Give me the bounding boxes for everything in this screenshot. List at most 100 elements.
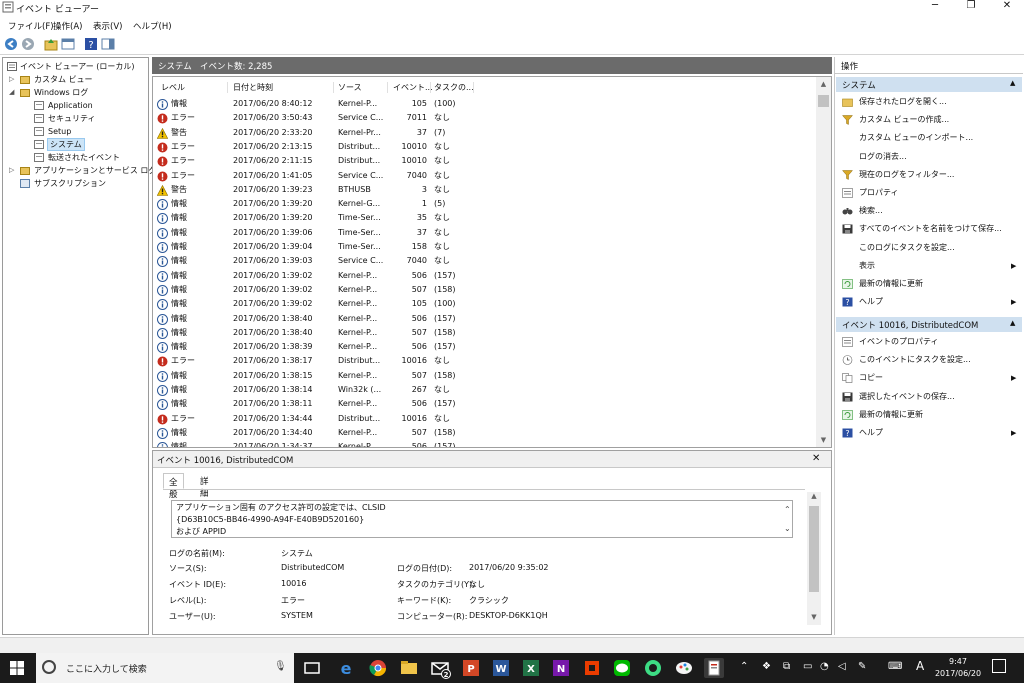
action-item[interactable]: コピー ▶: [836, 370, 1022, 386]
event-row[interactable]: 情報 2017/06/20 1:34:40 Kernel-P... 507 (158): [153, 426, 818, 440]
action-item[interactable]: 現在のログをフィルター...: [836, 167, 1022, 183]
event-row[interactable]: エラー 2017/06/20 2:11:15 Distribut... 10010 なし: [153, 154, 818, 168]
restore-button[interactable]: ❐: [954, 0, 988, 14]
event-list-scrollbar[interactable]: ▲ ▼: [816, 77, 831, 447]
event-row[interactable]: 警告 2017/06/20 1:39:23 BTHUSB 3 なし: [153, 183, 818, 197]
file-explorer-icon[interactable]: [399, 658, 419, 678]
action-item[interactable]: ? ヘルプ ▶: [836, 425, 1022, 441]
collapse-arrow-icon[interactable]: ◢: [9, 86, 17, 99]
event-row[interactable]: 情報 2017/06/20 1:38:15 Kernel-P... 507 (158): [153, 369, 818, 383]
action-item[interactable]: 最新の情報に更新: [836, 407, 1022, 423]
chrome-icon[interactable]: [368, 658, 388, 678]
menu-view[interactable]: 表示(V): [93, 20, 122, 32]
action-item[interactable]: 選択したイベントの保存...: [836, 389, 1022, 405]
wifi-icon[interactable]: ◔: [820, 661, 829, 672]
event-row[interactable]: 情報 2017/06/20 1:38:40 Kernel-P... 506 (157): [153, 312, 818, 326]
scroll-up-arrow-icon[interactable]: ▲: [816, 77, 831, 91]
action-item[interactable]: 検索...: [836, 203, 1022, 219]
action-item[interactable]: すべてのイベントを名前をつけて保存...: [836, 221, 1022, 237]
action-item[interactable]: カスタム ビューの作成...: [836, 112, 1022, 128]
forward-arrow-icon[interactable]: [21, 37, 35, 51]
action-item[interactable]: 表示 ▶: [836, 258, 1022, 274]
event-row[interactable]: エラー 2017/06/20 1:34:44 Distribut... 10016 なし: [153, 412, 818, 426]
action-item[interactable]: イベントのプロパティ: [836, 334, 1022, 350]
close-button[interactable]: ✕: [990, 0, 1024, 14]
help-icon[interactable]: ?: [84, 37, 98, 51]
action-item[interactable]: このログにタスクを設定...: [836, 240, 1022, 256]
event-row[interactable]: 情報 2017/06/20 1:38:14 Win32k (... 267 なし: [153, 383, 818, 397]
event-row[interactable]: エラー 2017/06/20 1:41:05 Service C... 7040 なし: [153, 169, 818, 183]
powerpoint-icon[interactable]: P: [461, 658, 481, 678]
minimize-button[interactable]: ─: [918, 0, 952, 14]
microphone-icon[interactable]: 🎙: [274, 661, 287, 672]
event-row[interactable]: 情報 2017/06/20 1:39:02 Kernel-P... 507 (158): [153, 283, 818, 297]
column-divider[interactable]: [430, 82, 431, 93]
menu-help[interactable]: ヘルプ(H): [133, 20, 172, 32]
ime-indicator[interactable]: A: [916, 659, 924, 673]
line-messenger-icon[interactable]: [612, 658, 632, 678]
tab-details[interactable]: 詳細: [195, 473, 214, 499]
taskbar-search-box[interactable]: ここに入力して検索 🎙: [36, 653, 294, 683]
collapse-caret-icon[interactable]: ▲: [1010, 79, 1015, 87]
column-header-level[interactable]: レベル: [161, 82, 185, 93]
event-row[interactable]: 情報 2017/06/20 1:39:20 Time-Ser... 35 なし: [153, 211, 818, 225]
event-row[interactable]: エラー 2017/06/20 3:50:43 Service C... 7011 なし: [153, 111, 818, 125]
event-row[interactable]: 情報 2017/06/20 1:39:06 Time-Ser... 37 なし: [153, 226, 818, 240]
paint-icon[interactable]: [674, 658, 694, 678]
scroll-thumb[interactable]: [818, 95, 829, 107]
event-row[interactable]: 情報 2017/06/20 1:39:03 Service C... 7040 なし: [153, 254, 818, 268]
task-view-icon[interactable]: [302, 658, 322, 678]
menu-action[interactable]: 操作(A): [53, 20, 82, 32]
event-row[interactable]: エラー 2017/06/20 2:13:15 Distribut... 10010 なし: [153, 140, 818, 154]
edge-browser-icon[interactable]: e: [336, 658, 356, 678]
pen-icon[interactable]: ✎: [858, 661, 866, 672]
android-app-icon[interactable]: [643, 658, 663, 678]
word-icon[interactable]: W: [491, 658, 511, 678]
column-divider[interactable]: [473, 82, 474, 93]
action-center-icon[interactable]: [992, 659, 1006, 673]
volume-icon[interactable]: ◁: [838, 661, 846, 672]
network-share-icon[interactable]: ⧉: [783, 661, 790, 672]
windows-start-icon[interactable]: [10, 661, 24, 675]
up-folder-icon[interactable]: [44, 37, 58, 51]
tab-general[interactable]: 全般: [163, 473, 184, 500]
excel-icon[interactable]: X: [521, 658, 541, 678]
column-header-event-id[interactable]: イベント...: [393, 82, 433, 93]
event-row[interactable]: 情報 2017/06/20 1:38:39 Kernel-P... 506 (157): [153, 340, 818, 354]
detail-scrollbar[interactable]: ▲ ▼: [807, 492, 821, 625]
event-list[interactable]: レベル 日付と時刻 ソース イベント... タスクの... 情報 2017/06/…: [152, 76, 832, 448]
collapse-caret-icon[interactable]: ▲: [1010, 319, 1015, 327]
column-header-datetime[interactable]: 日付と時刻: [233, 82, 273, 93]
event-message[interactable]: アプリケーション固有 のアクセス許可の設定では、CLSID {D63B10C5-…: [171, 500, 793, 538]
event-row[interactable]: 情報 2017/06/20 1:39:04 Time-Ser... 158 なし: [153, 240, 818, 254]
office-icon[interactable]: [582, 658, 602, 678]
event-viewer-taskbar-icon[interactable]: [704, 658, 724, 678]
chevron-up-icon[interactable]: ⌃: [740, 661, 748, 672]
scroll-thumb[interactable]: [809, 506, 819, 592]
onenote-icon[interactable]: N: [551, 658, 571, 678]
taskbar-clock[interactable]: 9:47 2017/06/20: [934, 656, 982, 680]
battery-icon[interactable]: ▭: [803, 661, 812, 672]
event-row[interactable]: 情報 2017/06/20 1:38:11 Kernel-P... 506 (157): [153, 397, 818, 411]
event-row[interactable]: 情報 2017/06/20 1:38:40 Kernel-P... 507 (158): [153, 326, 818, 340]
expand-arrow-icon[interactable]: ▷: [9, 73, 17, 86]
keyboard-icon[interactable]: ⌨: [888, 661, 902, 672]
back-arrow-icon[interactable]: [4, 37, 18, 51]
show-hide-console-tree-icon[interactable]: [61, 37, 75, 51]
column-header-task[interactable]: タスクの...: [434, 82, 474, 93]
column-divider[interactable]: [333, 82, 334, 93]
column-divider[interactable]: [227, 82, 228, 93]
action-item[interactable]: 保存されたログを開く...: [836, 94, 1022, 110]
scroll-down-arrow-icon[interactable]: ▼: [807, 613, 821, 621]
show-action-pane-icon[interactable]: [101, 37, 115, 51]
action-item[interactable]: 最新の情報に更新: [836, 276, 1022, 292]
column-divider[interactable]: [387, 82, 388, 93]
actions-section-log[interactable]: システム ▲: [836, 77, 1022, 92]
action-item[interactable]: ? ヘルプ ▶: [836, 294, 1022, 310]
event-row[interactable]: 警告 2017/06/20 2:33:20 Kernel-Pr... 37 (7): [153, 126, 818, 140]
action-item[interactable]: ログの消去...: [836, 149, 1022, 165]
event-row[interactable]: 情報 2017/06/20 1:39:02 Kernel-P... 506 (157): [153, 269, 818, 283]
expand-arrow-icon[interactable]: ▷: [9, 164, 17, 177]
action-item[interactable]: このイベントにタスクを設定...: [836, 352, 1022, 368]
column-header-source[interactable]: ソース: [338, 82, 362, 93]
